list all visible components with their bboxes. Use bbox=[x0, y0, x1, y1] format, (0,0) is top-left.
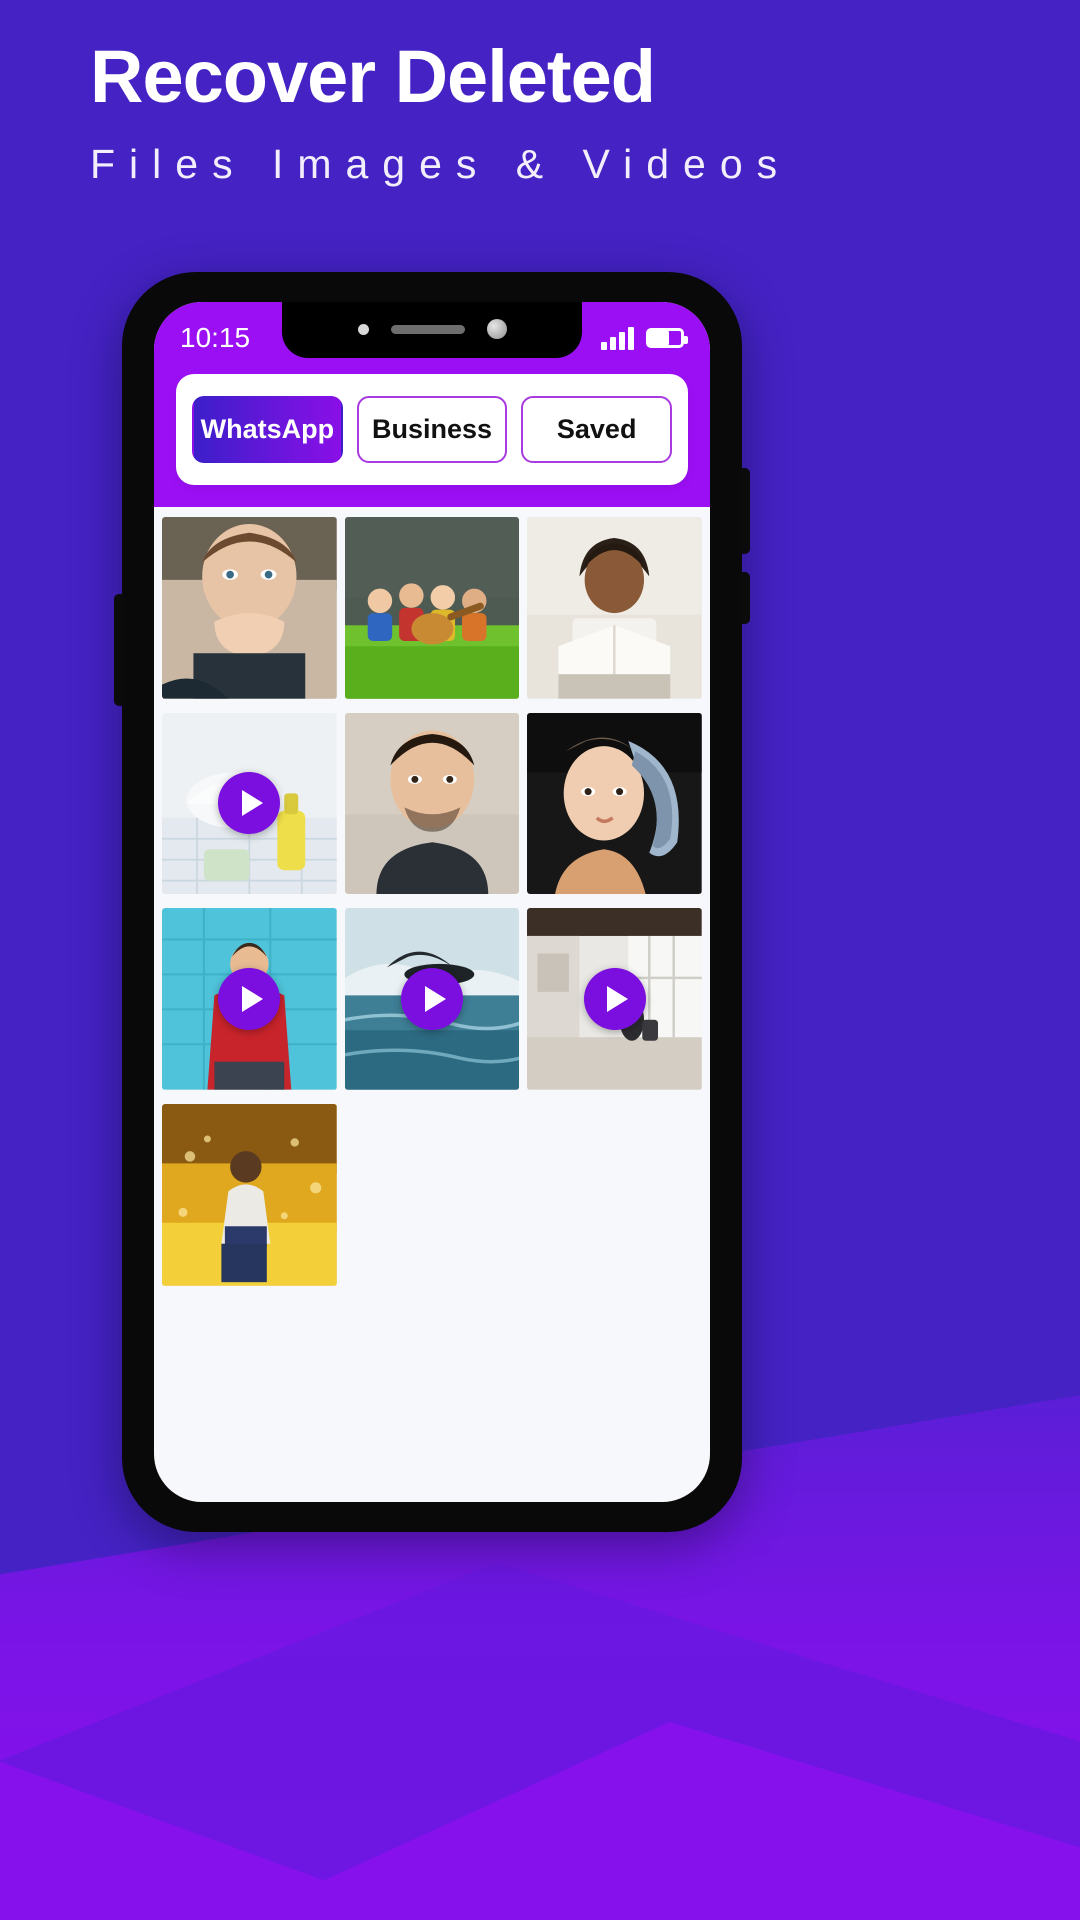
front-camera-icon bbox=[357, 323, 369, 335]
tab-business[interactable]: Business bbox=[356, 396, 508, 463]
thumbnail-image bbox=[527, 517, 703, 699]
media-item-young-man-hands-clasped[interactable] bbox=[162, 517, 337, 699]
thumbnail-image bbox=[527, 712, 703, 895]
media-grid-row bbox=[162, 1103, 702, 1286]
volume-button[interactable] bbox=[114, 594, 124, 706]
battery-icon bbox=[646, 328, 688, 348]
status-bar: 10:15 bbox=[154, 302, 710, 374]
play-icon[interactable] bbox=[401, 968, 463, 1031]
phone-notch bbox=[282, 302, 582, 358]
proximity-sensor-icon bbox=[486, 319, 507, 339]
media-item-cap-and-juice-bottle[interactable] bbox=[162, 712, 337, 895]
tab-whatsapp[interactable]: WhatsApp bbox=[192, 396, 343, 463]
phone-screen: 10:15 WhatsApp Business Saved bbox=[154, 302, 710, 1502]
tab-bar-container: WhatsApp Business Saved bbox=[154, 374, 710, 507]
thumbnail-image bbox=[162, 1103, 337, 1286]
play-icon[interactable] bbox=[583, 968, 646, 1031]
media-item-woman-with-blue-hair[interactable] bbox=[527, 712, 703, 895]
play-icon[interactable] bbox=[218, 968, 281, 1031]
tab-saved[interactable]: Saved bbox=[521, 396, 673, 463]
play-icon[interactable] bbox=[218, 772, 281, 835]
tab-bar: WhatsApp Business Saved bbox=[176, 374, 688, 485]
page-subtitle: Files Images & Videos bbox=[90, 140, 792, 187]
power-button[interactable] bbox=[740, 468, 750, 554]
signal-bars-icon bbox=[601, 326, 634, 350]
media-item-boy-in-golden-water-spray[interactable] bbox=[162, 1103, 337, 1286]
thumbnail-image bbox=[162, 517, 337, 699]
status-time: 10:15 bbox=[180, 322, 251, 353]
media-item-bright-hallway-interior[interactable] bbox=[527, 908, 703, 1090]
media-grid-row bbox=[162, 908, 703, 1090]
secondary-side-button[interactable] bbox=[740, 572, 750, 624]
media-grid bbox=[154, 507, 710, 1310]
earpiece-speaker-icon bbox=[390, 324, 465, 334]
media-item-person-reading-book[interactable] bbox=[527, 517, 703, 699]
media-item-man-portrait-dark-shirt[interactable] bbox=[344, 712, 520, 895]
media-item-man-red-sweater-blue-wall[interactable] bbox=[162, 908, 337, 1090]
media-item-kids-with-guitar-on-grass[interactable] bbox=[344, 517, 520, 699]
promo-text-block: Recover Deleted Files Images & Videos bbox=[0, 38, 1080, 187]
status-indicators bbox=[601, 326, 688, 350]
media-grid-row bbox=[162, 517, 703, 699]
phone-mockup: 10:15 WhatsApp Business Saved bbox=[114, 272, 750, 1532]
thumbnail-image bbox=[344, 517, 520, 699]
media-grid-row bbox=[162, 712, 703, 895]
media-item-iceberg-in-ocean[interactable] bbox=[344, 908, 520, 1090]
page-title: Recover Deleted bbox=[90, 35, 656, 118]
thumbnail-image bbox=[344, 712, 520, 895]
